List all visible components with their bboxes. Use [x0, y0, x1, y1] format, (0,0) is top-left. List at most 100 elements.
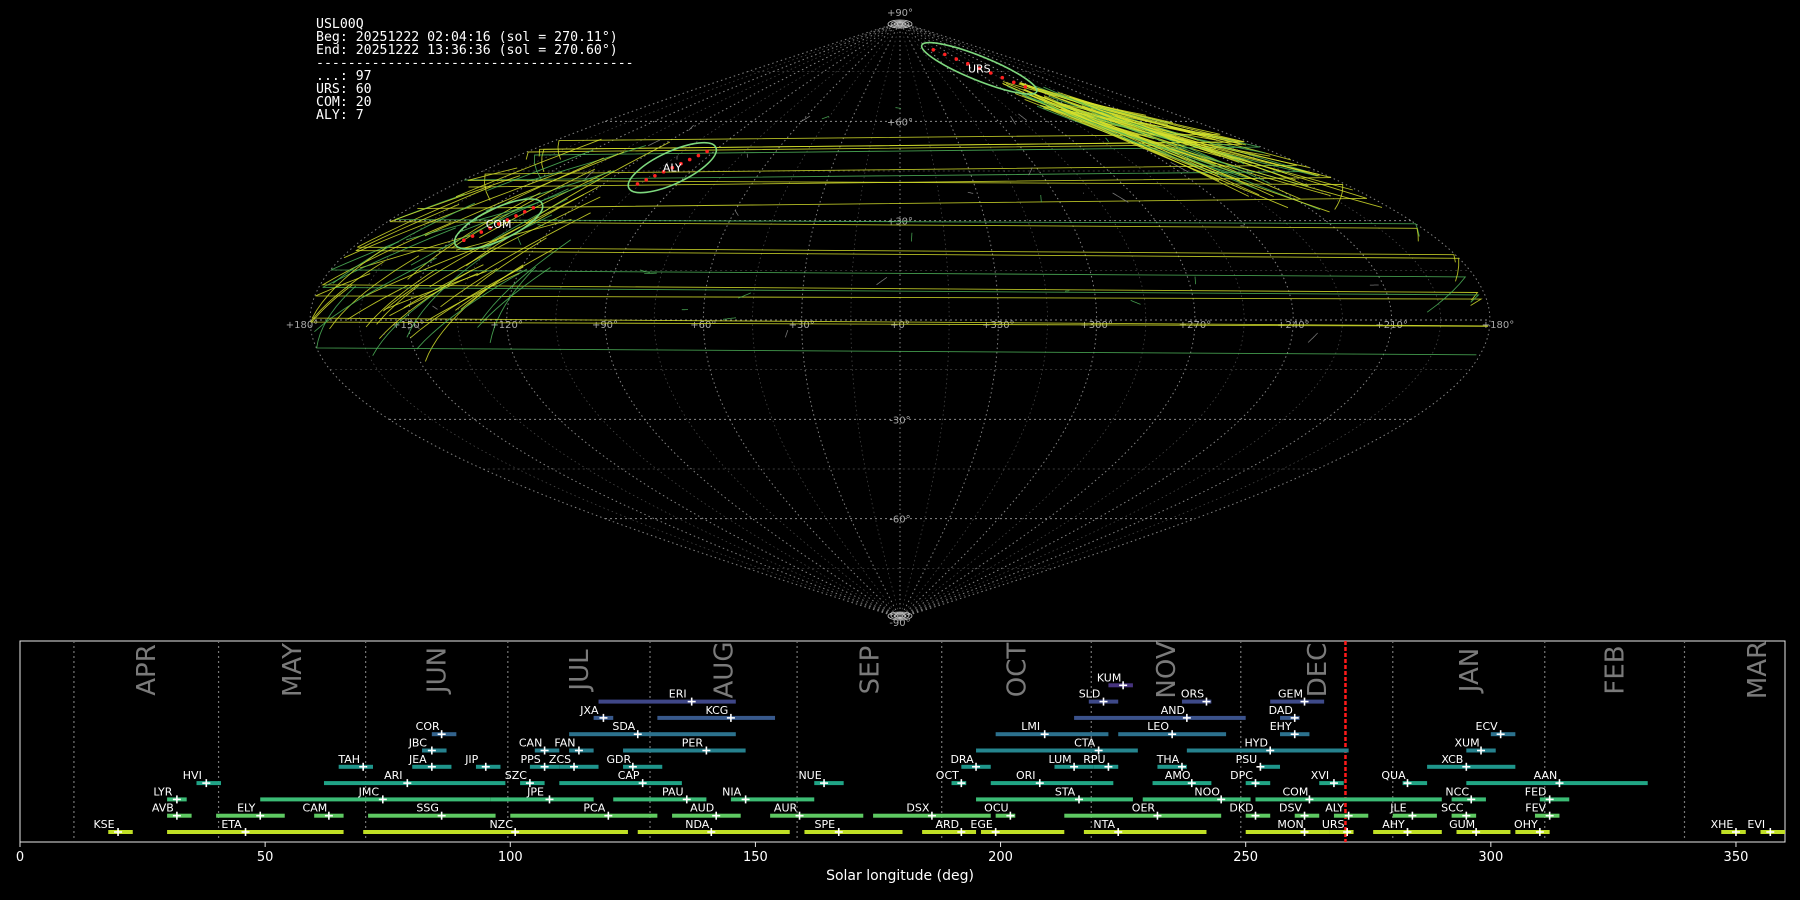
- shower-label-eta: ETA: [221, 818, 242, 831]
- radiant-point: [462, 238, 466, 243]
- month-label-mar: MAR: [1743, 641, 1773, 699]
- shower-label-lyr: LYR: [153, 785, 172, 798]
- meteor-track: [1194, 276, 1196, 285]
- sky-latitude-label: -30°: [889, 415, 910, 426]
- shower-label-fan: FAN: [554, 737, 575, 750]
- shower-label-rpu: RPU: [1083, 753, 1105, 766]
- x-tick-label: 350: [1724, 850, 1749, 865]
- shower-label-jle: JLE: [1389, 802, 1406, 815]
- radiant-point: [479, 230, 484, 234]
- shower-label-cor: COR: [416, 720, 440, 733]
- radiant-point: [687, 157, 692, 162]
- shower-label-szc: SZC: [505, 769, 528, 782]
- radiant-point: [644, 178, 649, 182]
- month-label-may: MAY: [278, 643, 308, 697]
- radiant-point: [653, 174, 657, 178]
- shower-label-jpe: JPE: [526, 785, 544, 798]
- shower-label-oct: OCT: [936, 769, 959, 782]
- shower-label-psu: PSU: [1236, 753, 1258, 766]
- meteor-track: [1130, 300, 1141, 305]
- shower-label-gdr: GDR: [607, 753, 632, 766]
- shower-label-fed: FED: [1525, 785, 1547, 798]
- shower-label-can: CAN: [519, 737, 542, 750]
- shower-bar-xcb: [1427, 764, 1516, 769]
- shower-label-gum: GUM: [1449, 818, 1475, 831]
- shower-label-ahy: AHY: [1382, 818, 1405, 831]
- shower-label-scc: SCC: [1441, 802, 1464, 815]
- meteor-track: [876, 276, 888, 286]
- meteor-track: [734, 210, 739, 216]
- shower-label-avb: AVB: [152, 802, 174, 815]
- sky-map-sinusoidal: +180° +150° +120° +90° +60° +30° +0° +330° +300°…: [286, 8, 1514, 629]
- shower-label-dra: DRA: [950, 753, 974, 766]
- month-label-aug: AUG: [710, 642, 740, 699]
- shower-label-dsv: DSV: [1279, 802, 1302, 815]
- radiant-point: [522, 210, 527, 214]
- shower-label-jea: JEA: [408, 753, 427, 766]
- shower-label-spe: SPE: [814, 818, 835, 831]
- meteor-track: [639, 269, 650, 274]
- shower-bar-eta: [167, 830, 344, 834]
- shower-label-cam: CAM: [303, 802, 328, 815]
- meteor-track: [821, 115, 830, 120]
- shower-label-xum: XUM: [1454, 737, 1479, 750]
- month-label-feb: FEB: [1601, 645, 1631, 694]
- meteor-track: [1018, 113, 1027, 121]
- month-label-oct: OCT: [1002, 643, 1032, 698]
- radiant-point: [705, 149, 709, 154]
- shower-label-xcb: XCB: [1441, 753, 1463, 766]
- meteor-track: [455, 138, 602, 198]
- meteor-track: [967, 191, 974, 194]
- shower-label-per: PER: [682, 737, 704, 750]
- meteor-track: [895, 107, 902, 109]
- sky-longitude-label: +330°: [982, 320, 1014, 331]
- shower-label-aur: AUR: [774, 802, 798, 815]
- shower-label-aly: ALY: [1325, 802, 1344, 815]
- shower-label-dkd: DKD: [1229, 802, 1253, 815]
- shower-label-lum: LUM: [1049, 753, 1072, 766]
- shower-label-jxa: JXA: [579, 704, 599, 717]
- shower-label-com: COM: [1283, 785, 1309, 798]
- shower-label-hvi: HVI: [183, 769, 202, 782]
- shower-label-ocu: OCU: [984, 802, 1008, 815]
- shower-label-ssg: SSG: [416, 802, 439, 815]
- shower-label-leo: LEO: [1147, 720, 1169, 733]
- shower-label-jmc: JMC: [358, 785, 380, 798]
- meteor-track: [330, 241, 1467, 313]
- shower-label-zcs: ZCS: [549, 753, 571, 766]
- meteor-track: [647, 139, 661, 147]
- sky-longitude-label: +180°: [286, 320, 318, 331]
- shower-label-ari: ARI: [384, 769, 402, 782]
- shower-label-sda: SDA: [612, 720, 635, 733]
- x-tick-label: 250: [1233, 850, 1258, 865]
- shower-label-evi: EVI: [1747, 818, 1765, 831]
- meteor-track: [389, 175, 1419, 242]
- shower-label-ely: ELY: [237, 802, 256, 815]
- sky-meridian: [457, 21, 901, 619]
- shower-label-nue: NUE: [798, 769, 821, 782]
- shower-label-tha: THA: [1156, 753, 1180, 766]
- shower-label-pps: PPS: [520, 753, 540, 766]
- shower-label-jbc: JBC: [408, 737, 428, 750]
- shower-label-nta: NTA: [1093, 818, 1115, 831]
- shower-label-nia: NIA: [722, 785, 741, 798]
- sky-latitude-label: -90°: [889, 618, 910, 629]
- shower-label-kum: KUM: [1097, 671, 1121, 684]
- timeline-x-axis-label: Solar longitude (deg): [826, 868, 974, 884]
- shower-label-dad: DAD: [1269, 704, 1293, 717]
- x-tick-label: 300: [1478, 850, 1503, 865]
- radiant-point: [470, 234, 475, 238]
- shower-label-kcg: KCG: [705, 704, 728, 717]
- shower-label-cap: CAP: [618, 769, 640, 782]
- radiant-point: [1000, 75, 1005, 80]
- radiant-point: [931, 47, 936, 52]
- shower-label-cta: CTA: [1074, 737, 1096, 750]
- shower-label-qua: QUA: [1381, 769, 1406, 782]
- shower-timeline-chart: APR MAY JUN JUL AUG SEP OCT NOV DEC JAN FEB MAR KUM E…: [16, 640, 1786, 865]
- shower-label-fev: FEV: [1525, 802, 1546, 815]
- shower-label-sld: SLD: [1079, 688, 1101, 701]
- x-tick-label: 100: [498, 850, 523, 865]
- radiant-label-com: COM: [486, 218, 512, 231]
- radiant-point: [1023, 85, 1028, 89]
- x-tick-label: 50: [257, 850, 274, 865]
